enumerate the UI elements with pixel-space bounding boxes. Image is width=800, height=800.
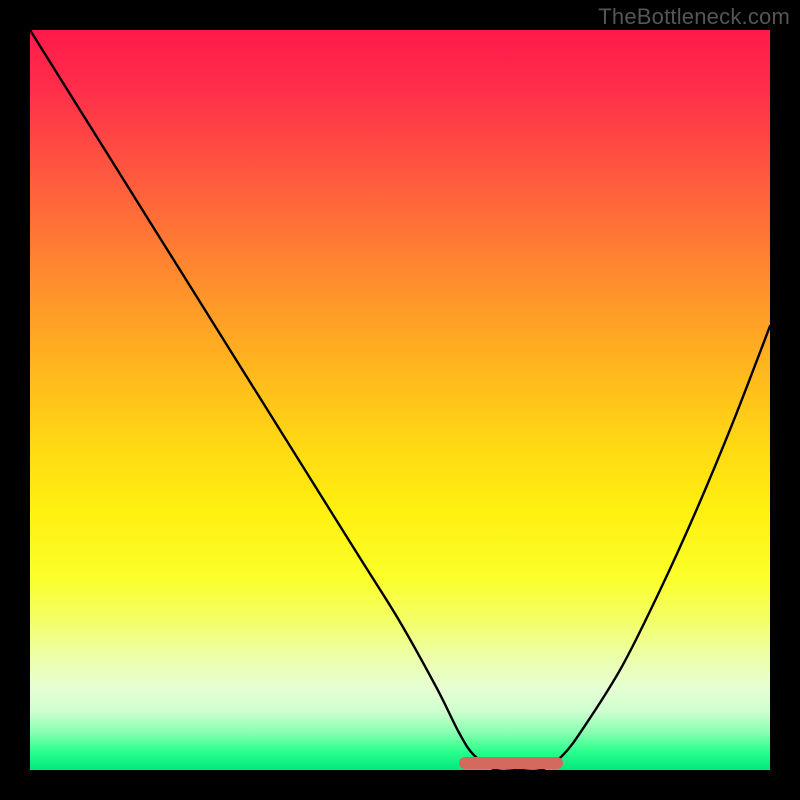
plot-area: [30, 30, 770, 770]
chart-frame: TheBottleneck.com: [0, 0, 800, 800]
bottleneck-curve: [30, 30, 770, 770]
watermark-text: TheBottleneck.com: [598, 4, 790, 30]
minimum-band-marker: [459, 757, 563, 769]
